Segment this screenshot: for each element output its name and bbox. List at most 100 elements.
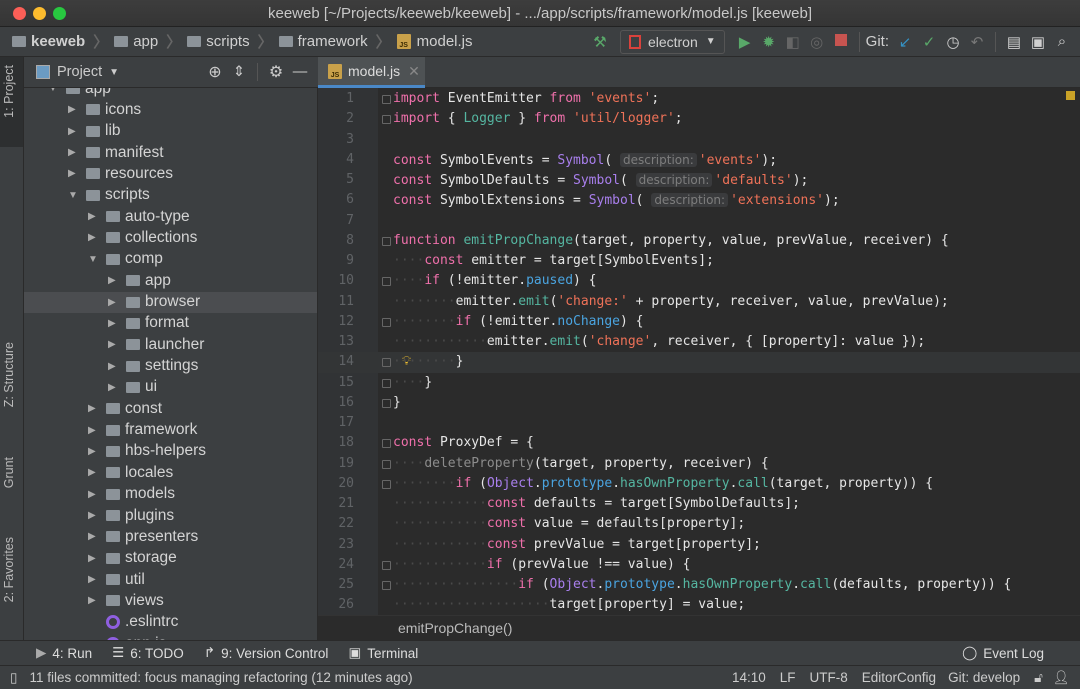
tree-item[interactable]: ▶ util xyxy=(24,569,317,590)
terminal-tool-button[interactable]: ▣ Terminal xyxy=(348,645,418,661)
hammer-icon[interactable]: ⚒ xyxy=(588,33,612,51)
search-icon[interactable]: ⌕ xyxy=(1050,33,1074,50)
tree-item[interactable]: ▶ format xyxy=(24,313,317,334)
tree-item[interactable]: .eslintrc xyxy=(24,612,317,633)
chevron-right-icon[interactable]: ▶ xyxy=(88,467,106,478)
fold-marker-icon[interactable] xyxy=(382,358,391,368)
project-tool-tab[interactable]: 1: Project xyxy=(2,65,16,118)
toggle-tool-windows-icon[interactable]: ▯ xyxy=(10,670,17,686)
locate-icon[interactable]: ⊕ xyxy=(203,62,227,82)
tree-item[interactable]: ▶ presenters xyxy=(24,526,317,547)
fold-marker-icon[interactable] xyxy=(382,95,391,104)
grunt-tool-tab[interactable]: Grunt xyxy=(2,457,16,488)
chevron-right-icon[interactable]: ▶ xyxy=(88,510,106,521)
code-editor[interactable]: 1 import EventEmitter from 'events'; 2 impo… xyxy=(318,88,1080,615)
structure-tool-tab[interactable]: Z: Structure xyxy=(2,342,16,407)
run-icon[interactable]: ▶ xyxy=(733,33,757,51)
close-tab-icon[interactable]: ✕ xyxy=(408,63,420,80)
chevron-right-icon[interactable]: ▶ xyxy=(88,232,106,243)
tree-item[interactable]: ▶ collections xyxy=(24,227,317,248)
maximize-window-button[interactable] xyxy=(53,7,66,20)
chevron-right-icon[interactable]: ▶ xyxy=(88,446,106,457)
run-tool-button[interactable]: ▶ 4: Run xyxy=(36,645,92,661)
chevron-right-icon[interactable]: ▶ xyxy=(88,211,106,222)
git-branch[interactable]: Git: develop xyxy=(948,670,1020,685)
caret-position[interactable]: 14:10 xyxy=(732,670,766,685)
git-update-icon[interactable]: ↙ xyxy=(893,33,917,51)
tree-item[interactable]: ▶ auto-type xyxy=(24,206,317,227)
tree-item[interactable]: ▶ views xyxy=(24,590,317,611)
tree-item[interactable]: ▶ storage xyxy=(24,548,317,569)
tree-item[interactable]: ▶ manifest xyxy=(24,142,317,163)
fold-marker-icon[interactable] xyxy=(382,459,391,469)
tree-item[interactable]: ▶ app xyxy=(24,270,317,291)
breadcrumb-file[interactable]: JS model.js xyxy=(396,33,473,50)
tab-model-js[interactable]: JS model.js ✕ xyxy=(318,57,425,88)
user-icon[interactable]: 👤︎ xyxy=(1053,670,1070,686)
chevron-right-icon[interactable]: ▶ xyxy=(88,595,106,606)
coverage-icon[interactable]: ◧ xyxy=(781,33,805,51)
chevron-right-icon[interactable]: ▶ xyxy=(68,147,86,158)
tree-item[interactable]: ▶ plugins xyxy=(24,505,317,526)
chevron-right-icon[interactable]: ▶ xyxy=(88,574,106,585)
tree-item[interactable]: ▶ const xyxy=(24,398,317,419)
project-view-select[interactable]: Project xyxy=(57,64,102,80)
tree-item[interactable]: ▶ framework xyxy=(24,420,317,441)
tree-item[interactable]: ▼ comp xyxy=(24,249,317,270)
chevron-right-icon[interactable]: ▶ xyxy=(108,318,126,329)
chevron-right-icon[interactable]: ▶ xyxy=(68,104,86,115)
tree-item[interactable]: ▶ resources xyxy=(24,163,317,184)
fold-marker-icon[interactable] xyxy=(382,398,391,408)
git-commit-icon[interactable]: ✓ xyxy=(917,33,941,51)
version-control-tool-button[interactable]: ↱ 9: Version Control xyxy=(204,645,329,661)
chevron-down-icon[interactable]: ▼ xyxy=(88,254,106,265)
todo-tool-button[interactable]: ☰ 6: TODO xyxy=(112,645,184,661)
stop-icon[interactable] xyxy=(829,33,853,50)
revert-icon[interactable]: ↶ xyxy=(965,33,989,51)
terminal-icon[interactable]: ▣ xyxy=(1026,33,1050,51)
favorites-tool-tab[interactable]: 2: Favorites xyxy=(2,537,16,602)
fold-marker-icon[interactable] xyxy=(382,439,391,449)
tree-item[interactable]: ▶ browser xyxy=(24,291,317,313)
chevron-right-icon[interactable]: ▶ xyxy=(88,531,106,542)
tree-item[interactable]: ▶ settings xyxy=(24,356,317,377)
chevron-down-icon[interactable]: ▼ xyxy=(48,88,66,94)
tree-item[interactable]: ▶ icons xyxy=(24,99,317,120)
fold-marker-icon[interactable] xyxy=(382,115,391,125)
chevron-right-icon[interactable]: ▶ xyxy=(88,403,106,414)
chevron-right-icon[interactable]: ▶ xyxy=(108,275,126,286)
tree-item[interactable]: app.js xyxy=(24,633,317,640)
fold-marker-icon[interactable] xyxy=(382,317,391,327)
chevron-right-icon[interactable]: ▶ xyxy=(108,382,126,393)
chevron-down-icon[interactable]: ▼ xyxy=(68,190,86,201)
fold-marker-icon[interactable] xyxy=(382,378,391,388)
event-log-button[interactable]: ◯ Event Log xyxy=(962,645,1044,661)
editorconfig-status[interactable]: EditorConfig xyxy=(862,670,936,685)
gear-icon[interactable]: ⚙ xyxy=(264,62,288,82)
minimize-window-button[interactable] xyxy=(33,7,46,20)
tree-item[interactable]: ▶ lib xyxy=(24,121,317,142)
fold-marker-icon[interactable] xyxy=(382,277,391,287)
tree-item[interactable]: ▼ scripts xyxy=(24,185,317,206)
line-separator[interactable]: LF xyxy=(780,670,796,685)
chevron-right-icon[interactable]: ▶ xyxy=(108,297,126,308)
file-encoding[interactable]: UTF-8 xyxy=(810,670,848,685)
breadcrumb-app[interactable]: app xyxy=(114,33,158,50)
run-config-select[interactable]: electron ▼ xyxy=(619,29,725,54)
chevron-right-icon[interactable]: ▶ xyxy=(88,425,106,436)
tree-item[interactable]: ▶ models xyxy=(24,484,317,505)
tree-item[interactable]: ▶ locales xyxy=(24,462,317,483)
breadcrumb-scripts[interactable]: scripts xyxy=(187,33,250,50)
fold-marker-icon[interactable] xyxy=(382,581,391,590)
tree-item[interactable]: ▶ hbs-helpers xyxy=(24,441,317,462)
warning-marker[interactable] xyxy=(1066,91,1075,100)
chevron-right-icon[interactable]: ▶ xyxy=(108,361,126,372)
chevron-right-icon[interactable]: ▶ xyxy=(68,126,86,137)
breadcrumb-project[interactable]: keeweb xyxy=(12,33,85,50)
profile-icon[interactable]: ◎ xyxy=(805,33,829,51)
tree-item[interactable]: ▶ launcher xyxy=(24,334,317,355)
fold-marker-icon[interactable] xyxy=(382,236,391,246)
debug-icon[interactable]: ✹ xyxy=(757,33,781,51)
hide-panel-icon[interactable]: — xyxy=(288,64,312,80)
code-breadcrumb-item[interactable]: emitPropChange() xyxy=(398,620,512,636)
